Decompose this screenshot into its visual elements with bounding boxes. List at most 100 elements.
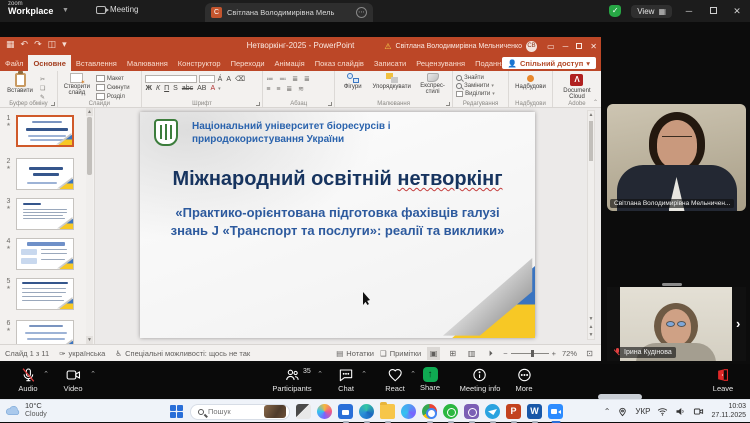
scroll-up-icon[interactable]: ▲	[588, 111, 594, 119]
replace-button[interactable]: Замінити ▾	[456, 83, 495, 89]
char-spacing-icon[interactable]: АВ	[196, 85, 207, 92]
chat-button[interactable]: Chat	[338, 367, 354, 393]
meeting-menu[interactable]: Meeting	[96, 5, 138, 14]
copilot-icon[interactable]	[317, 404, 332, 419]
thumbnail-image[interactable]	[16, 238, 74, 270]
tab-draw[interactable]: Малювання	[122, 55, 173, 71]
file-explorer-icon[interactable]	[380, 404, 395, 419]
language-indicator[interactable]: УКР	[635, 407, 650, 416]
video-panel-drag-handle[interactable]	[662, 283, 682, 286]
meeting-info-button[interactable]: Meeting info	[460, 367, 501, 393]
thumbnail-image[interactable]	[16, 115, 74, 147]
italic-button[interactable]: К	[155, 85, 161, 92]
reading-view-button[interactable]: ▥	[465, 347, 478, 360]
shadow-button[interactable]: S	[172, 85, 179, 92]
ppt-restore-button[interactable]	[576, 42, 582, 51]
participant-video-1[interactable]: Світлана Володимирівна Мельничен...	[607, 104, 746, 211]
shapes-button[interactable]: Фігури	[338, 73, 367, 90]
ribbon-display-icon[interactable]: ▭	[547, 42, 555, 51]
slide-sorter-view-button[interactable]: ⊞	[446, 347, 459, 360]
leave-button[interactable]: Leave	[713, 367, 733, 393]
thumbnail-scrollbar[interactable]: ▲ ▼	[86, 108, 93, 344]
tab-file[interactable]: Файл	[0, 55, 28, 71]
layout-button[interactable]: Макет	[96, 75, 130, 82]
comments-button[interactable]: ❑Примітки	[380, 349, 421, 358]
camera-in-use-icon[interactable]	[693, 406, 704, 417]
edge-icon[interactable]	[359, 404, 374, 419]
close-button[interactable]: ✕	[730, 6, 744, 17]
tab-design[interactable]: Конструктор	[173, 55, 226, 71]
scroll-down-icon[interactable]: ▼	[588, 315, 594, 323]
paragraph-dialog-launcher[interactable]	[328, 102, 332, 106]
tab-home[interactable]: Основне	[28, 55, 70, 71]
previous-slide-icon[interactable]: ▲	[588, 323, 594, 331]
maximize-button[interactable]	[706, 6, 720, 16]
zoom-app-icon[interactable]	[548, 404, 563, 419]
copy-icon[interactable]: ❏	[40, 85, 45, 92]
thumbnail-image[interactable]	[16, 320, 74, 344]
start-button[interactable]	[170, 405, 184, 419]
zoom-slider-thumb[interactable]	[531, 350, 534, 357]
share-screen-button[interactable]: ↑ Share	[420, 367, 440, 392]
slide-thumbnail-1[interactable]: 1★	[3, 115, 83, 147]
new-slide-button[interactable]: Створити слайд	[61, 73, 93, 96]
thumbnail-image[interactable]	[16, 158, 74, 190]
scrollbar-thumb[interactable]	[87, 117, 92, 175]
font-size-input[interactable]	[199, 75, 215, 83]
more-button[interactable]: More	[515, 367, 532, 393]
search-daily-image[interactable]	[264, 405, 286, 418]
ppt-share-button[interactable]: 👤 Спільний доступ ▾	[502, 57, 596, 69]
quick-styles-button[interactable]: Експрес-стилі	[416, 73, 449, 95]
audio-button[interactable]: Audio	[18, 367, 37, 393]
bold-button[interactable]: Ж	[145, 85, 153, 92]
whatsapp-icon[interactable]	[443, 404, 458, 419]
scrollbar-thumb[interactable]	[589, 121, 593, 161]
font-dialog-launcher[interactable]	[256, 102, 260, 106]
thumbnail-image[interactable]	[16, 198, 74, 230]
normal-view-button[interactable]: ▣	[427, 347, 440, 360]
find-button[interactable]: Знайти	[456, 75, 495, 81]
minimize-button[interactable]: ─	[682, 6, 696, 16]
spellcheck-button[interactable]: ✑українська	[59, 349, 105, 358]
security-shield-icon[interactable]: ✓	[609, 5, 621, 17]
view-button[interactable]: View ▦	[631, 5, 672, 18]
telegram-icon[interactable]	[485, 404, 500, 419]
word-icon[interactable]: W	[527, 404, 542, 419]
chevron-down-icon[interactable]: ▼	[62, 7, 69, 14]
section-button[interactable]: Розділ	[96, 93, 130, 100]
slide-thumbnail-6[interactable]: 6★	[3, 320, 83, 344]
volume-icon[interactable]	[675, 406, 686, 417]
notes-button[interactable]: ▤Нотатки	[336, 349, 374, 358]
location-icon[interactable]	[617, 406, 628, 417]
tab-review[interactable]: Рецензування	[411, 55, 470, 71]
slide-thumbnail-2[interactable]: 2★	[3, 158, 83, 190]
participants-options-chevron-icon[interactable]: ⌃	[317, 370, 323, 378]
microsoft-store-icon[interactable]	[338, 404, 353, 419]
viber-icon[interactable]	[464, 404, 479, 419]
slide-thumbnail-4[interactable]: 4★	[3, 238, 83, 270]
paste-button[interactable]: Вставити	[3, 73, 37, 94]
wifi-icon[interactable]	[657, 406, 668, 417]
tab-record[interactable]: Записати	[369, 55, 411, 71]
slide-thumbnail-5[interactable]: 5★	[3, 278, 83, 310]
react-button[interactable]: React	[385, 367, 405, 393]
task-view-button[interactable]	[296, 404, 311, 419]
react-options-chevron-icon[interactable]: ⌃	[410, 370, 416, 378]
strikethrough-button[interactable]: abc	[181, 85, 194, 92]
video-options-chevron-icon[interactable]: ⌃	[90, 370, 96, 378]
meeting-tab[interactable]: C Світлана Володимирівна Мель ⋯	[205, 3, 373, 22]
clear-format-icon[interactable]: ⌫	[234, 75, 246, 83]
grow-font-icon[interactable]: А́	[217, 76, 224, 83]
format-painter-icon[interactable]: ✎	[40, 94, 45, 101]
collapse-ribbon-icon[interactable]: ⌃	[593, 99, 598, 106]
font-name-input[interactable]	[145, 75, 197, 83]
tab-more-icon[interactable]: ⋯	[356, 7, 367, 18]
audio-options-chevron-icon[interactable]: ⌃	[43, 370, 49, 378]
chrome-icon[interactable]	[422, 404, 437, 419]
tab-transitions[interactable]: Переходи	[226, 55, 270, 71]
alignment-icons[interactable]: ≡ ≡ ≣ ≋	[266, 85, 312, 93]
document-cloud-button[interactable]: Λ Document Cloud	[556, 73, 598, 100]
shrink-font-icon[interactable]: А	[225, 76, 232, 83]
select-button[interactable]: Виділити ▾	[456, 91, 495, 97]
underline-button[interactable]: П	[163, 85, 170, 92]
